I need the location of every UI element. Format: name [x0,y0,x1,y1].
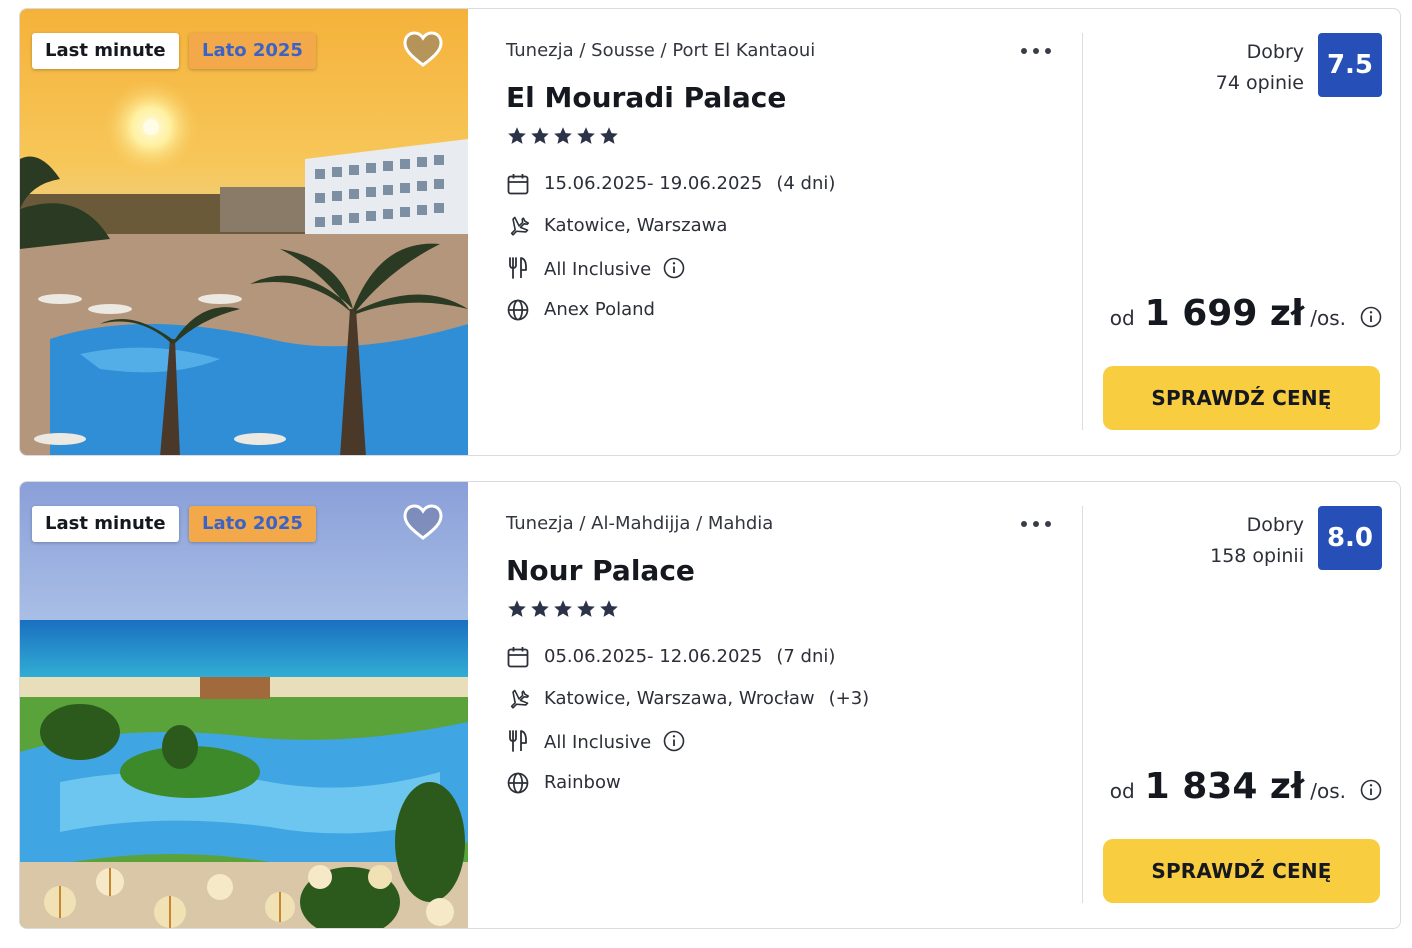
more-horizontal-icon [1021,48,1027,54]
heart-icon [403,31,443,67]
price-suffix: /os. [1310,306,1346,330]
reviews-count: 74 opinie [1215,72,1304,94]
star-icon [577,127,595,144]
rating-label: Dobry [1246,514,1304,536]
duration-text: (7 dni) [776,646,836,667]
location-breadcrumb[interactable]: Tunezja / Sousse / Port El Kantaoui [506,40,815,61]
info-icon[interactable] [663,257,685,279]
price-suffix: /os. [1310,779,1346,803]
rating-summary[interactable]: Dobry 158 opinii [1210,510,1304,572]
price-panel: Dobry 74 opinie 7.5 od 1 699 zł/os. SPRAW… [1083,9,1400,455]
duration-text: (4 dni) [776,173,836,194]
cutlery-icon [509,257,527,279]
favorite-button[interactable] [403,31,443,69]
star-icon [554,600,572,617]
location-breadcrumb[interactable]: Tunezja / Al-Mahdijja / Mahdia [506,513,773,534]
star-icon [508,600,526,617]
offer-card[interactable]: Last minute Lato 2025 Tunezja / Al-Mahdi… [19,481,1401,929]
heart-icon [403,504,443,540]
more-options-button[interactable] [1018,37,1054,65]
hotel-photo-image [20,482,468,928]
check-price-button[interactable]: SPRAWDŹ CENĘ [1103,839,1380,903]
calendar-icon [507,647,529,668]
more-horizontal-icon [1021,521,1027,527]
check-price-button[interactable]: SPRAWDŹ CENĘ [1103,366,1380,430]
plane-icon [510,216,530,236]
departures-text: Katowice, Warszawa, Wrocław [544,688,815,709]
reviews-count: 158 opinii [1210,545,1304,567]
departures-extra[interactable]: (+3) [829,688,870,709]
plane-icon [510,689,530,709]
hotel-name[interactable]: Nour Palace [506,554,695,587]
info-icon[interactable] [1360,306,1382,328]
star-icon [554,127,572,144]
offer-card[interactable]: Last minute Lato 2025 Tunezja / Sousse /… [19,8,1401,456]
offer-info: Tunezja / Al-Mahdijja / Mahdia Nour Pala… [506,482,1082,928]
star-icon [577,600,595,617]
season-badge: Lato 2025 [189,33,316,69]
hotel-photo-image [20,9,468,455]
score-badge[interactable]: 8.0 [1318,506,1382,570]
price-amount: 1 834 zł [1144,766,1305,807]
star-icon [531,127,549,144]
favorite-button[interactable] [403,504,443,542]
hotel-photo[interactable]: Last minute Lato 2025 [20,9,468,455]
more-options-button[interactable] [1018,510,1054,538]
price-panel: Dobry 158 opinii 8.0 od 1 834 zł/os. SPRA… [1083,482,1400,928]
dates-text: 05.06.2025- 12.06.2025 [544,646,763,667]
star-icon [600,127,618,144]
offer-info: Tunezja / Sousse / Port El Kantaoui El M… [506,9,1082,455]
star-rating [506,125,621,147]
info-icon[interactable] [663,730,685,752]
star-icon [600,600,618,617]
price-prefix: od [1109,306,1135,330]
calendar-icon [507,174,529,195]
hotel-name[interactable]: El Mouradi Palace [506,81,786,114]
hotel-photo[interactable]: Last minute Lato 2025 [20,482,468,928]
departures-text: Katowice, Warszawa [544,215,728,236]
dates-text: 15.06.2025- 19.06.2025 [544,173,763,194]
last-minute-badge: Last minute [32,33,179,69]
board-text: All Inclusive [544,259,652,280]
price-prefix: od [1109,779,1135,803]
operator-text: Rainbow [544,772,621,793]
last-minute-badge: Last minute [32,506,179,542]
star-rating [506,598,621,620]
season-badge: Lato 2025 [189,506,316,542]
board-text: All Inclusive [544,732,652,753]
score-badge[interactable]: 7.5 [1318,33,1382,97]
info-icon[interactable] [1360,779,1382,801]
star-icon [531,600,549,617]
cutlery-icon [509,730,527,752]
price-row: od 1 834 zł/os. [1110,766,1382,810]
globe-icon [507,772,529,794]
rating-summary[interactable]: Dobry 74 opinie [1216,37,1304,99]
operator-text: Anex Poland [544,299,655,320]
price-row: od 1 699 zł/os. [1110,293,1382,337]
price-amount: 1 699 zł [1144,293,1305,334]
star-icon [508,127,526,144]
rating-label: Dobry [1246,41,1304,63]
globe-icon [507,299,529,321]
